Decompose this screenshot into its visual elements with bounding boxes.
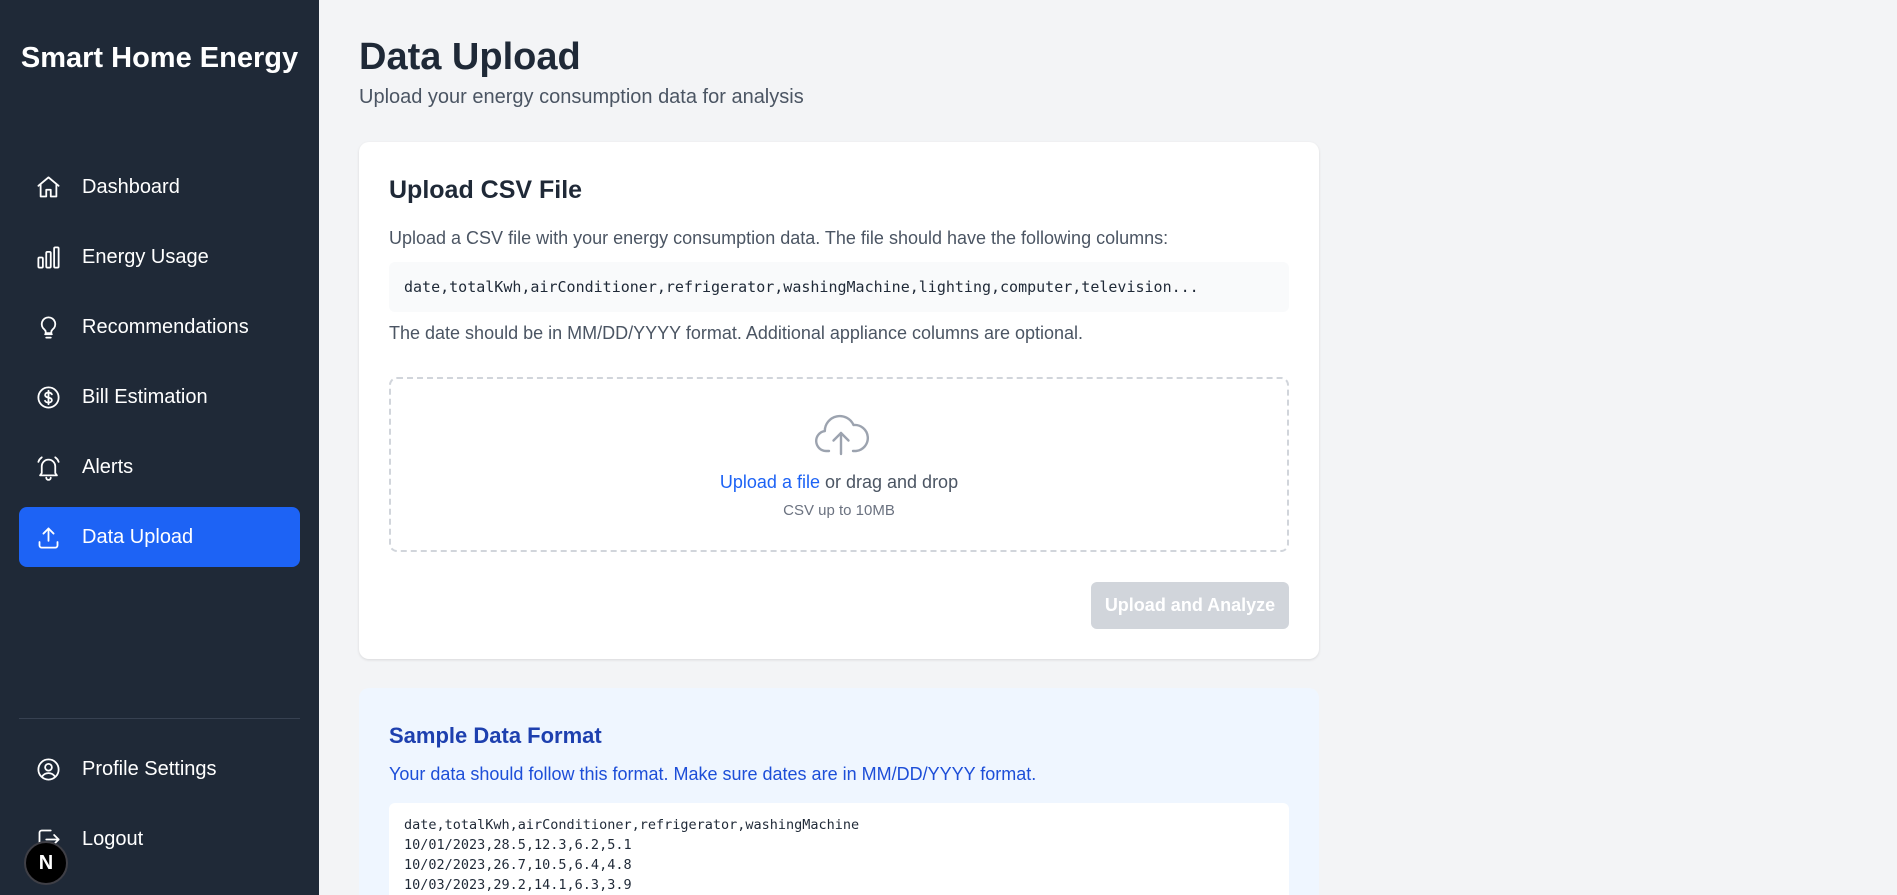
sidebar-nav: Dashboard Energy Usage Recommendations B…	[19, 157, 300, 577]
dollar-icon	[34, 383, 62, 411]
card-description: Upload a CSV file with your energy consu…	[389, 228, 1169, 248]
bar-chart-icon	[34, 243, 62, 271]
user-circle-icon	[34, 755, 62, 783]
sidebar-item-alerts[interactable]: Alerts	[19, 437, 300, 497]
upload-icon	[34, 523, 62, 551]
sidebar-item-energy-usage[interactable]: Energy Usage	[19, 227, 300, 287]
drag-drop-text: or drag and drop	[819, 472, 959, 492]
sidebar-item-recommendations[interactable]: Recommendations	[19, 297, 300, 357]
home-icon	[34, 173, 62, 201]
page-title: Data Upload	[359, 36, 581, 78]
sample-line: 10/02/2023,26.7,10.5,6.4,4.8	[404, 857, 632, 873]
nextjs-dev-badge[interactable]: N	[24, 841, 68, 885]
bell-icon	[34, 453, 62, 481]
sidebar: Smart Home Energy Dashboard Energy Usage…	[0, 0, 319, 895]
sidebar-item-label: Profile Settings	[82, 757, 217, 780]
columns-code-block: date,totalKwh,airConditioner,refrigerato…	[389, 262, 1289, 312]
upload-and-analyze-button[interactable]: Upload and Analyze	[1091, 582, 1289, 629]
sidebar-item-dashboard[interactable]: Dashboard	[19, 157, 300, 217]
sample-line: 10/01/2023,28.5,12.3,6.2,5.1	[404, 837, 632, 853]
sidebar-item-label: Logout	[82, 827, 144, 850]
dropzone-instruction: Upload a file or drag and drop	[391, 472, 1287, 493]
sample-description: Your data should follow this format. Mak…	[389, 764, 1037, 784]
file-size-hint: CSV up to 10MB	[783, 502, 895, 519]
sample-line: date,totalKwh,airConditioner,refrigerato…	[404, 817, 860, 833]
sidebar-divider	[19, 718, 300, 719]
sidebar-item-label: Recommendations	[82, 315, 249, 338]
sidebar-item-bill-estimation[interactable]: Bill Estimation	[19, 367, 300, 427]
upload-csv-card: Upload CSV File Upload a CSV file with y…	[359, 142, 1319, 659]
file-dropzone[interactable]: Upload a file or drag and drop CSV up to…	[389, 377, 1289, 552]
sidebar-item-label: Data Upload	[82, 525, 194, 548]
date-format-note: The date should be in MM/DD/YYYY format.…	[389, 323, 1084, 343]
sample-data-card: Sample Data Format Your data should foll…	[359, 688, 1319, 895]
sample-line: 10/03/2023,29.2,14.1,6.3,3.9	[404, 877, 632, 893]
upload-file-link[interactable]: Upload a file	[720, 472, 820, 492]
sidebar-item-label: Alerts	[82, 455, 134, 478]
sidebar-item-label: Bill Estimation	[82, 385, 208, 408]
lightbulb-icon	[34, 313, 62, 341]
sidebar-item-label: Dashboard	[82, 175, 180, 198]
sample-title: Sample Data Format	[389, 723, 602, 748]
card-title: Upload CSV File	[389, 176, 583, 204]
brand-title: Smart Home Energy	[20, 42, 299, 74]
page-subtitle: Upload your energy consumption data for …	[359, 86, 804, 108]
sample-code-block: date,totalKwh,airConditioner,refrigerato…	[389, 803, 1289, 895]
sidebar-item-profile-settings[interactable]: Profile Settings	[19, 739, 300, 799]
sidebar-item-label: Energy Usage	[82, 245, 209, 268]
sidebar-item-data-upload[interactable]: Data Upload	[19, 507, 300, 567]
cloud-upload-icon	[813, 411, 869, 459]
